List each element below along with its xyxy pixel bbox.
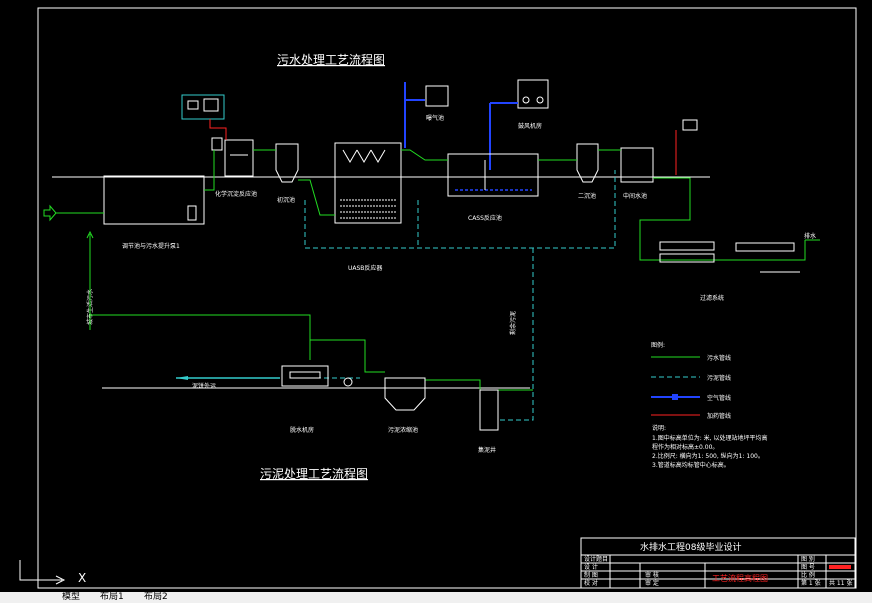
inflow-arrow-icon: [43, 204, 57, 222]
regulating-tank: [103, 175, 205, 225]
filter-system-label: 过滤系统: [700, 294, 724, 302]
cass-tank: [447, 153, 539, 197]
air-line-2: [489, 102, 518, 170]
notes-line-3: 2.比例尺: 横向为1: 500, 纵向为1: 100。: [652, 452, 764, 460]
sludge-lines: [176, 170, 616, 421]
blower-room: [517, 79, 549, 109]
tab-layout-1[interactable]: 布局1: [96, 592, 128, 603]
legend-item-sewage: 污水管线: [707, 354, 731, 362]
sludge-thickener-label: 污泥浓缩池: [388, 426, 418, 434]
ground-line-upper: [52, 176, 710, 389]
notes-line-2: 程作为相对标高±0.00。: [652, 443, 718, 451]
tb-right-0: 图 别: [801, 555, 815, 563]
tb-row-2: 制 图: [584, 571, 598, 579]
uasb-label: UASB反应器: [348, 264, 382, 272]
title-sludge-process: 污泥处理工艺流程图: [260, 466, 368, 481]
tab-model[interactable]: 模型: [58, 592, 84, 603]
sump-label: 集泥井: [478, 446, 496, 454]
sump: [479, 389, 499, 431]
blower-room-label: 鼓风机房: [518, 122, 542, 130]
chem-tank-label: 化学沉淀反应池: [215, 190, 257, 198]
tb-right-3: 第 1 张: [801, 579, 821, 587]
tb-right-1: 图 号: [801, 564, 815, 571]
ucs-axis-icon: X: [19, 560, 86, 585]
tb-row-0: 设计题目: [584, 555, 608, 563]
primary-clarifier-label: 初沉池: [277, 196, 295, 204]
tb-right-2: 比 例: [801, 571, 815, 579]
dewatering-label: 脱水机房: [290, 426, 314, 434]
tb-right-3-value: 共 11 张: [829, 579, 852, 587]
sludge-thickener: [384, 377, 426, 411]
tb-row-1: 设 计: [584, 563, 598, 571]
primary-clarifier: [275, 143, 299, 183]
cad-drawing-canvas[interactable]: 污水处理工艺流程图 污泥处理工艺流程图 调节池与污水提升泵1 城市生活污水 化学…: [0, 0, 872, 603]
title-sewage-process: 污水处理工艺流程图: [277, 52, 385, 67]
uasb-reactor: [334, 142, 402, 224]
legend-item-air: 空气管线: [707, 394, 731, 402]
notes: 说明: 1.图中标高单位为: 米, 以处理站地坪平均高 程作为相对标高±0.00…: [652, 424, 767, 469]
legend-item-dosing: 加药管线: [707, 412, 731, 420]
discharge-label: 排水: [804, 232, 816, 240]
tb-row-3-value: 审 定: [645, 579, 659, 587]
secondary-clarifier-label: 二沉池: [578, 192, 596, 200]
cass-label: CASS反应池: [468, 214, 502, 222]
title-block: 水排水工程08级毕业设计 设计题目 设 计 制 图 校 对 审 核 审 定 工艺…: [580, 537, 856, 589]
drawing-name: 工艺流程高程图: [712, 573, 768, 583]
sludge-out-label: 泥饼外运: [192, 382, 216, 390]
sewage-flow-lines: [204, 149, 820, 261]
vertical-scrollbar[interactable]: [859, 10, 869, 590]
tb-row-3: 校 对: [584, 579, 598, 587]
aeration-tank-label: 曝气池: [426, 114, 444, 122]
notes-title: 说明:: [652, 424, 666, 432]
dewatering-unit: [281, 365, 329, 387]
chemical-tank: [211, 137, 254, 177]
filter-system: [659, 241, 800, 273]
sludge-feed-line: [89, 314, 311, 360]
tab-layout-2[interactable]: 布局2: [140, 592, 172, 603]
mid-vertical-label: 剩余污泥: [509, 311, 517, 335]
notes-line-1: 1.图中标高单位为: 米, 以处理站地坪平均高: [652, 434, 767, 442]
aeration-tank: [425, 85, 449, 107]
ucs-x-label: X: [78, 571, 86, 585]
layout-tab-strip: [0, 592, 872, 603]
notes-line-4: 3.管道标高均标管中心标高。: [652, 461, 730, 469]
legend-item-sludge: 污泥管线: [707, 374, 731, 382]
legend: 图例: 污水管线 污泥管线 空气管线 加药管线: [651, 341, 731, 420]
project-title: 水排水工程08级毕业设计: [640, 541, 741, 553]
tb-row-2-value: 审 核: [645, 571, 659, 579]
drawing-border: [37, 7, 857, 589]
regulating-tank-label: 调节池与污水提升泵1: [122, 242, 180, 250]
middle-tank-label: 中间水池: [623, 192, 647, 200]
legend-title: 图例:: [651, 341, 665, 349]
secondary-clarifier: [576, 143, 599, 183]
